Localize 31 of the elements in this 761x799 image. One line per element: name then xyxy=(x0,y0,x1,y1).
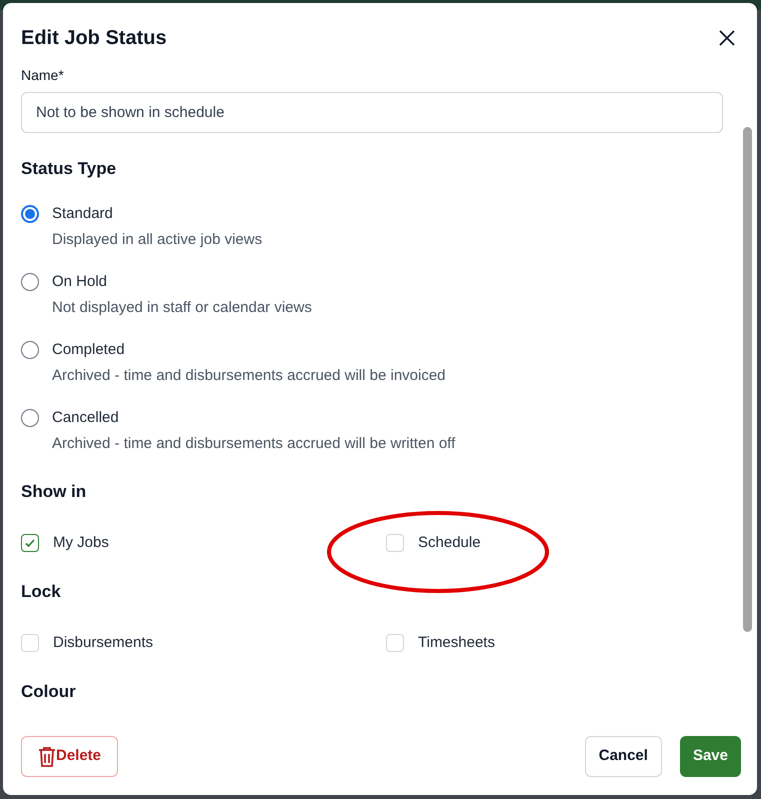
trash-icon xyxy=(38,746,56,768)
dialog-title: Edit Job Status xyxy=(21,26,167,51)
radio-button[interactable] xyxy=(21,408,39,426)
radio-button[interactable] xyxy=(21,340,39,358)
radio-button[interactable] xyxy=(21,204,39,222)
field-label: Name* xyxy=(21,66,65,85)
cancel-button[interactable]: Cancel xyxy=(584,736,662,777)
checkbox[interactable] xyxy=(21,534,39,552)
checkbox-label: Disbursements xyxy=(53,633,154,653)
radio-label: Cancelled xyxy=(52,408,120,428)
checkbox-label: Timesheets xyxy=(418,633,495,653)
radio-button[interactable] xyxy=(21,272,39,290)
delete-button[interactable]: Delete xyxy=(21,736,118,777)
radio-description: Not displayed in staff or calendar views xyxy=(52,298,312,318)
close-icon[interactable] xyxy=(717,28,737,48)
save-button[interactable]: Save xyxy=(680,736,741,777)
radio-description: Archived - time and disbursements accrued will be written off xyxy=(52,434,456,454)
checkbox-label: Schedule xyxy=(418,533,481,553)
radio-label: On Hold xyxy=(52,272,108,292)
radio-description: Displayed in all active job views xyxy=(52,230,262,250)
checkmark-icon xyxy=(24,537,36,550)
section-heading: Lock xyxy=(21,580,62,602)
radio-description: Archived - time and disbursements accrued will be invoiced xyxy=(52,366,446,386)
section-heading: Status Type xyxy=(21,158,118,180)
name-field[interactable]: Not to be shown in schedule xyxy=(21,92,723,133)
checkbox-label: My Jobs xyxy=(53,533,109,553)
radio-label: Standard xyxy=(52,204,114,224)
section-heading: Show in xyxy=(21,480,88,502)
radio-label: Completed xyxy=(52,340,126,360)
scrollbar-thumb[interactable] xyxy=(743,127,752,632)
section-heading: Colour xyxy=(21,680,77,702)
